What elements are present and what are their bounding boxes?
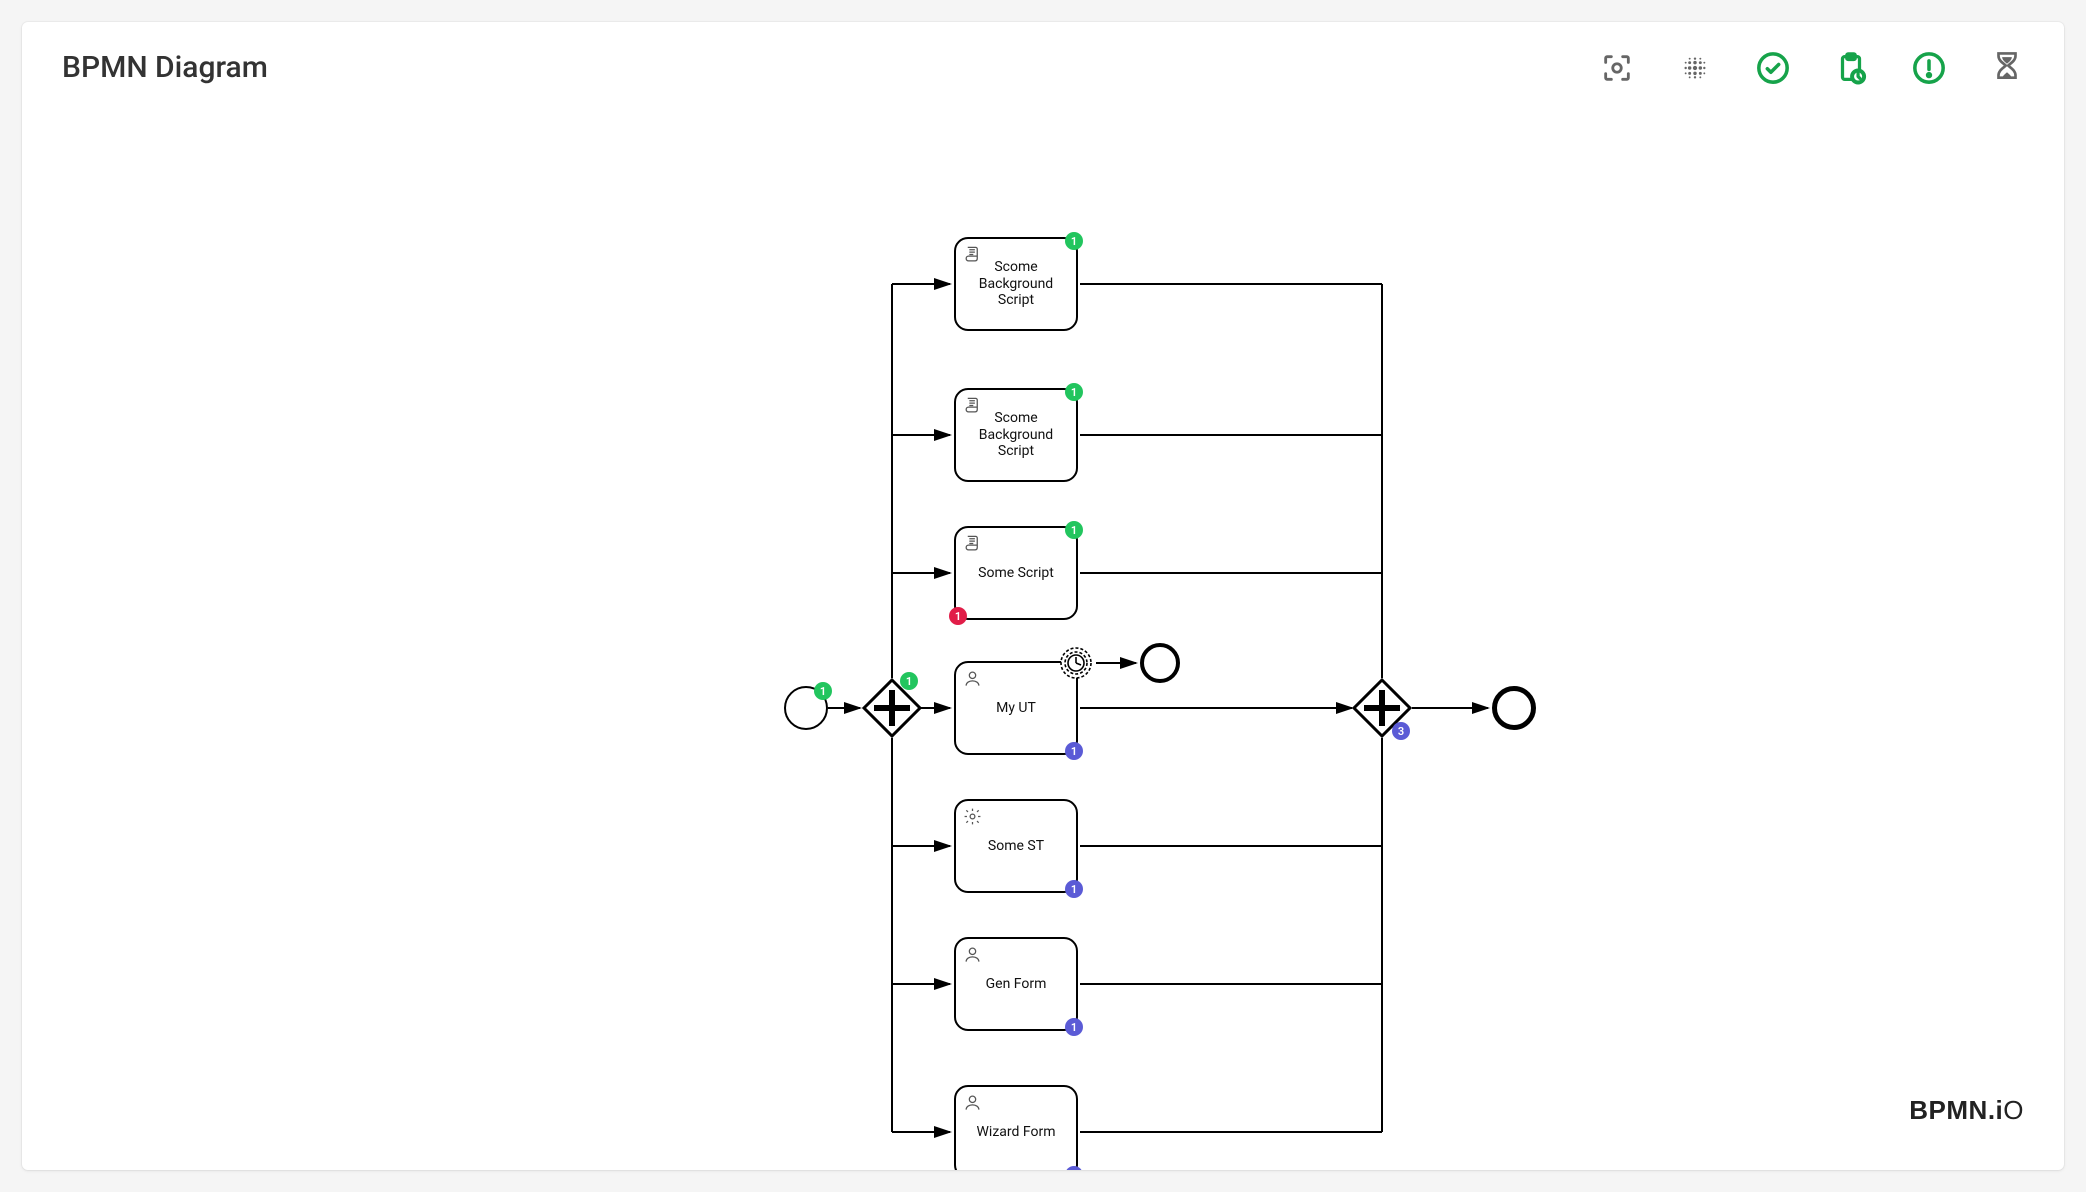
header: BPMN Diagram <box>22 22 2064 105</box>
task-label: Some Script <box>978 565 1054 582</box>
task-label: Wizard Form <box>977 1124 1056 1141</box>
task-some-st[interactable]: Some ST 1 <box>954 799 1078 893</box>
check-circle-icon[interactable] <box>1756 51 1790 85</box>
parallel-gateway-join[interactable]: 3 <box>1352 678 1412 738</box>
clipboard-clock-icon[interactable] <box>1834 51 1868 85</box>
task-some-script[interactable]: Some Script 1 1 <box>954 526 1078 620</box>
badge: 1 <box>900 672 918 690</box>
toolbar <box>1600 51 2024 85</box>
start-event[interactable]: 1 <box>784 686 828 730</box>
badge: 1 <box>949 607 967 625</box>
badge: 1 <box>1065 232 1083 250</box>
task-label: My UT <box>996 700 1036 717</box>
bpmn-io-watermark: BPMN.iO <box>1909 1095 2024 1126</box>
warning-circle-icon[interactable] <box>1912 51 1946 85</box>
end-event[interactable] <box>1492 686 1536 730</box>
user-icon <box>963 669 982 692</box>
badge: 1 <box>1065 383 1083 401</box>
page-title: BPMN Diagram <box>62 50 268 85</box>
task-wizard-form[interactable]: Wizard Form 1 <box>954 1085 1078 1170</box>
parallel-gateway-split[interactable]: 1 <box>862 678 922 738</box>
badge: 1 <box>1065 742 1083 760</box>
user-icon <box>963 945 982 968</box>
user-icon <box>963 1093 982 1116</box>
badge: 1 <box>1065 521 1083 539</box>
grid-icon[interactable] <box>1678 51 1712 85</box>
script-icon <box>963 396 982 419</box>
badge: 3 <box>1392 722 1410 740</box>
watermark-suffix: O <box>2003 1095 2024 1125</box>
diagram-canvas[interactable]: 1 1 Scome Background Script 1 Sc <box>22 132 2064 1170</box>
badge: 1 <box>1065 880 1083 898</box>
gear-icon <box>963 807 982 830</box>
task-my-ut[interactable]: My UT 1 <box>954 661 1078 755</box>
end-event-timer-path[interactable] <box>1140 643 1180 683</box>
badge: 1 <box>1065 1018 1083 1036</box>
focus-icon[interactable] <box>1600 51 1634 85</box>
diagram-card: BPMN Diagram <box>22 22 2064 1170</box>
timer-boundary-event[interactable] <box>1059 646 1093 680</box>
script-icon <box>963 245 982 268</box>
badge: 1 <box>814 682 832 700</box>
watermark-main: BPMN.i <box>1909 1095 2003 1125</box>
task-scome-bg-1[interactable]: Scome Background Script 1 <box>954 237 1078 331</box>
task-label: Some ST <box>988 838 1044 855</box>
task-gen-form[interactable]: Gen Form 1 <box>954 937 1078 1031</box>
task-scome-bg-2[interactable]: Scome Background Script 1 <box>954 388 1078 482</box>
hourglass-icon[interactable] <box>1990 51 2024 85</box>
task-label: Gen Form <box>986 976 1047 993</box>
script-icon <box>963 534 982 557</box>
